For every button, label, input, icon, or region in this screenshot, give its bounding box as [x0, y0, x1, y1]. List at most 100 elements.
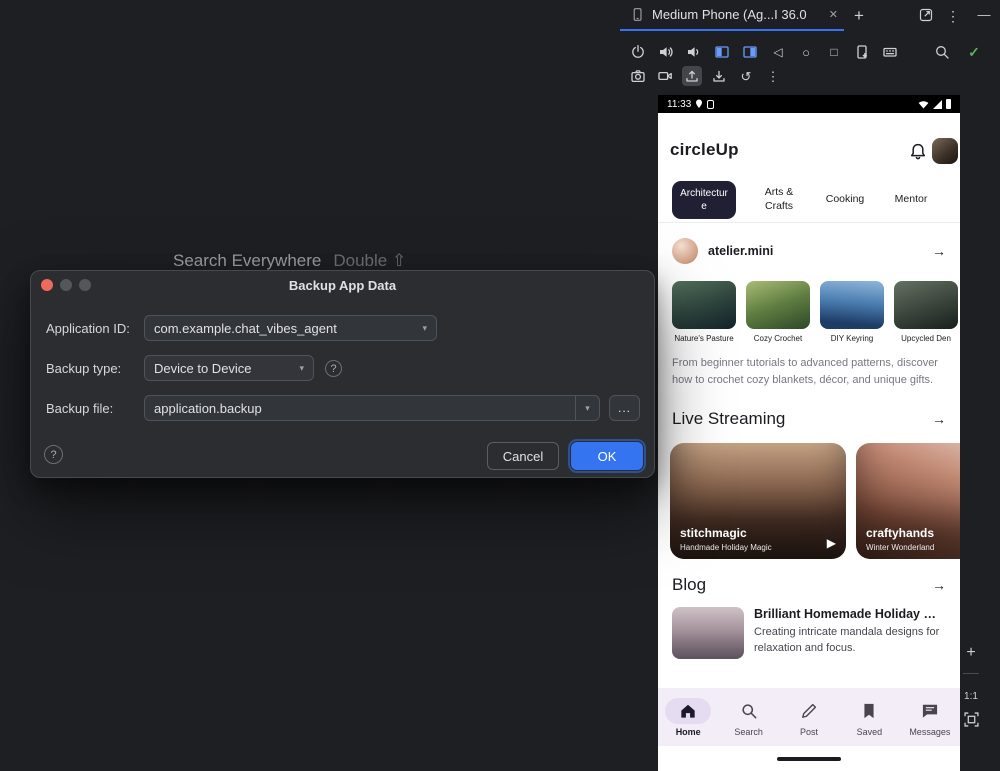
dialog-help-button[interactable]: ?: [44, 445, 63, 464]
card-upcycled-den[interactable]: Upcycled Den: [894, 281, 958, 343]
cancel-button[interactable]: Cancel: [487, 442, 559, 470]
tab-cooking[interactable]: Cooking: [822, 193, 868, 207]
panel-options-button[interactable]: ⋮: [944, 4, 962, 28]
screenshot-device-icon: [854, 44, 870, 60]
backup-type-dropdown[interactable]: Device to Device ▾: [144, 355, 314, 381]
back-button[interactable]: ◁: [768, 42, 788, 62]
zoom-in-button[interactable]: +: [966, 644, 975, 664]
more-vertical-icon: ⋮: [767, 70, 780, 83]
location-icon: [695, 99, 703, 109]
display-mode-left-button[interactable]: [712, 42, 732, 62]
nav-item-saved[interactable]: Saved: [839, 688, 899, 746]
chevron-down-icon[interactable]: ▾: [575, 396, 599, 420]
backup-type-help-button[interactable]: ?: [325, 360, 342, 377]
creator-row[interactable]: atelier.mini →: [672, 237, 946, 265]
download-button[interactable]: [709, 66, 729, 86]
overview-button[interactable]: □: [824, 42, 844, 62]
screenshot-device-button[interactable]: [852, 42, 872, 62]
nav-item-post[interactable]: Post: [779, 688, 839, 746]
power-button[interactable]: [628, 42, 648, 62]
display-mode-right-button[interactable]: [740, 42, 760, 62]
screen-record-button[interactable]: [655, 66, 675, 86]
open-in-window-icon: [918, 7, 934, 23]
zoom-mode-button[interactable]: [932, 42, 952, 62]
play-icon[interactable]: ▶: [827, 536, 836, 550]
arrow-right-icon[interactable]: →: [932, 243, 946, 259]
fit-screen-button[interactable]: [964, 712, 979, 727]
card-diy-keyring[interactable]: DIY Keyring: [820, 281, 884, 343]
bookmark-icon: [846, 698, 892, 724]
hide-panel-button[interactable]: —: [974, 2, 994, 26]
emulator-tab-title: Medium Phone (Ag...I 36.0: [652, 7, 807, 22]
tab-architecture[interactable]: Architecture: [672, 181, 736, 219]
zoom-level-label[interactable]: 1:1: [964, 691, 978, 702]
camera-button[interactable]: [628, 66, 648, 86]
blog-post-title: Brilliant Homemade Holiday …: [754, 607, 950, 621]
open-in-window-button[interactable]: [918, 7, 936, 25]
nav-label: Home: [676, 727, 701, 737]
backup-file-label: Backup file:: [46, 401, 113, 416]
plus-icon: +: [854, 6, 864, 26]
emulator-screen[interactable]: 11:33 circleUp Architecture Arts & Craft…: [658, 95, 960, 771]
bottom-navigation: Home Search Post Saved Messages: [658, 688, 960, 746]
status-time: 11:33: [667, 99, 691, 110]
close-tab-icon[interactable]: ✕: [829, 8, 838, 21]
blog-post-item[interactable]: Brilliant Homemade Holiday … Creating in…: [672, 607, 950, 659]
backup-app-data-dialog: Backup App Data Application ID: com.exam…: [30, 270, 655, 478]
arrow-right-icon[interactable]: →: [932, 577, 946, 593]
ok-button[interactable]: OK: [571, 442, 643, 470]
card-label: Cozy Crochet: [746, 334, 810, 343]
nav-label: Search: [734, 727, 763, 737]
stream-subtitle: Handmade Holiday Magic: [680, 543, 772, 552]
volume-down-button[interactable]: [684, 42, 704, 62]
profile-avatar[interactable]: [932, 138, 958, 164]
download-icon: [711, 68, 727, 84]
notifications-button[interactable]: [908, 142, 928, 162]
gesture-bar[interactable]: [777, 757, 841, 761]
nav-item-messages[interactable]: Messages: [900, 688, 960, 746]
cancel-label: Cancel: [503, 449, 543, 464]
stream-stitchmagic[interactable]: stitchmagic Handmade Holiday Magic ▶: [670, 443, 846, 559]
tab-arts-crafts[interactable]: Arts & Crafts: [756, 186, 802, 213]
upload-button[interactable]: [682, 66, 702, 86]
nav-item-search[interactable]: Search: [718, 688, 778, 746]
blog-post-excerpt: Creating intricate mandala designs for r…: [754, 625, 950, 657]
display-mode-left-icon: [714, 44, 730, 60]
creator-description: From beginner tutorials to advanced patt…: [672, 355, 946, 388]
volume-down-icon: [686, 44, 702, 60]
stream-craftyhands[interactable]: craftyhands Winter Wonderland: [856, 443, 960, 559]
device-icon: [630, 7, 645, 22]
restore-icon: ↺: [741, 70, 752, 83]
upload-icon: [684, 68, 700, 84]
snapshot-restore-button[interactable]: ↺: [736, 66, 756, 86]
application-id-dropdown[interactable]: com.example.chat_vibes_agent ▾: [144, 315, 437, 341]
home-circle-icon: ○: [802, 46, 810, 59]
wifi-icon: [918, 100, 929, 109]
back-icon: ◁: [773, 46, 782, 58]
arrow-right-icon[interactable]: →: [932, 411, 946, 427]
nav-item-home[interactable]: Home: [658, 688, 718, 746]
nav-label: Post: [800, 727, 818, 737]
backup-type-label: Backup type:: [46, 361, 121, 376]
ok-label: OK: [598, 449, 617, 464]
new-tab-button[interactable]: +: [848, 4, 870, 28]
application-id-label: Application ID:: [46, 321, 130, 336]
browse-button[interactable]: ...: [609, 395, 640, 421]
card-natures-pasture[interactable]: Nature's Pasture: [672, 281, 736, 343]
backup-type-value: Device to Device: [154, 361, 252, 376]
emulator-tab[interactable]: Medium Phone (Ag...I 36.0 ✕: [620, 0, 844, 31]
home-button[interactable]: ○: [796, 42, 816, 62]
more-vertical-icon: ⋮: [946, 8, 960, 25]
question-icon: ?: [50, 449, 56, 461]
minimize-icon: —: [978, 7, 991, 22]
volume-up-button[interactable]: [656, 42, 676, 62]
toolbar-more-button[interactable]: ⋮: [763, 66, 783, 86]
rail-divider: [963, 673, 979, 674]
stream-name: stitchmagic: [680, 526, 747, 540]
card-cozy-crochet[interactable]: Cozy Crochet: [746, 281, 810, 343]
keyboard-button[interactable]: [880, 42, 900, 62]
camera-icon: [630, 68, 646, 84]
tab-mentor[interactable]: Mentor: [888, 193, 934, 207]
backup-file-combobox[interactable]: application.backup ▾: [144, 395, 600, 421]
bell-icon: [908, 142, 928, 162]
